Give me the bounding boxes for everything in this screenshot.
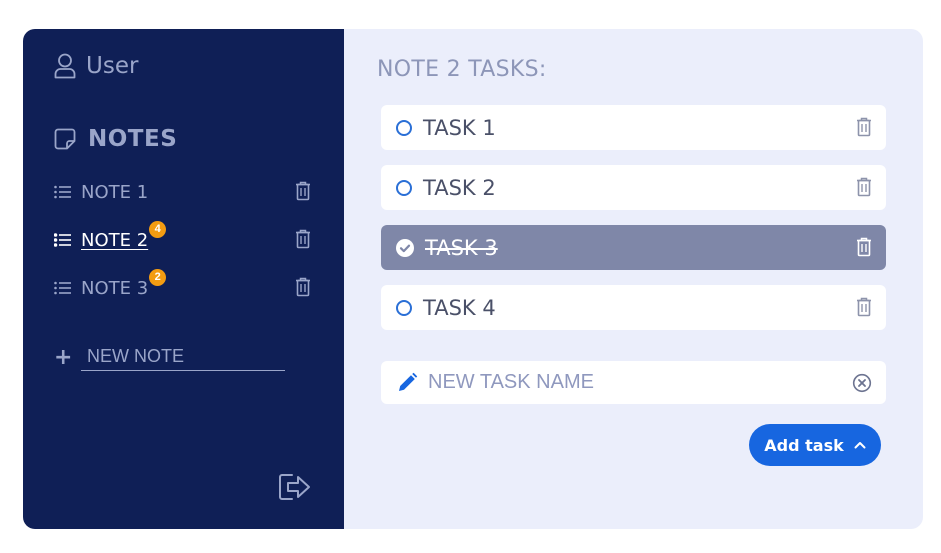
user-profile[interactable]: User	[54, 53, 138, 79]
page-title: NOTE 2 TASKS:	[377, 57, 547, 82]
add-task-label: Add task	[764, 435, 844, 455]
new-task-input[interactable]	[428, 371, 844, 394]
chevron-up-icon	[854, 442, 866, 449]
list-icon	[54, 281, 71, 295]
task-item-2[interactable]: TASK 2	[381, 165, 886, 210]
task-item-3[interactable]: TASK 3	[381, 225, 886, 270]
trash-icon[interactable]	[295, 229, 311, 249]
notes-header-label: NOTES	[88, 126, 178, 152]
trash-icon[interactable]	[295, 277, 311, 297]
note-label: NOTE 2 4	[81, 220, 167, 251]
trash-icon[interactable]	[295, 181, 311, 201]
logout-icon[interactable]	[278, 472, 312, 502]
note-label-text: NOTE 3	[81, 277, 149, 299]
task-count-badge: 4	[149, 220, 167, 238]
pencil-icon	[399, 372, 418, 391]
add-task-button[interactable]: Add task	[749, 424, 881, 466]
clear-icon[interactable]	[852, 373, 872, 393]
task-item-1[interactable]: TASK 1	[381, 105, 886, 150]
task-label: TASK 3	[425, 235, 498, 260]
new-task-field	[381, 361, 886, 404]
note-label-text: NOTE 2	[81, 229, 149, 251]
note-item-3[interactable]: NOTE 3 2	[54, 268, 314, 302]
notes-header: NOTES	[54, 126, 177, 152]
circle-icon[interactable]	[396, 119, 412, 136]
trash-icon[interactable]	[856, 237, 872, 257]
trash-icon[interactable]	[856, 177, 872, 197]
list-icon	[54, 233, 71, 247]
trash-icon[interactable]	[856, 297, 872, 317]
user-icon	[54, 53, 76, 79]
note-item-1[interactable]: NOTE 1	[54, 178, 314, 206]
sidebar: User NOTES NOTE 1 NOTE 2 4 NOTE 3 2 + NE…	[23, 29, 344, 529]
list-icon	[54, 185, 71, 199]
note-item-2[interactable]: NOTE 2 4	[54, 220, 314, 254]
main-panel: NOTE 2 TASKS: TASK 1 TASK 2 TASK 3 TASK …	[344, 29, 923, 529]
app-window: User NOTES NOTE 1 NOTE 2 4 NOTE 3 2 + NE…	[23, 29, 923, 529]
new-note-input[interactable]	[81, 344, 285, 371]
circle-icon[interactable]	[396, 299, 412, 316]
task-item-4[interactable]: TASK 4	[381, 285, 886, 330]
task-count-badge: 2	[149, 268, 167, 286]
trash-icon[interactable]	[856, 117, 872, 137]
task-label: TASK 1	[423, 115, 496, 140]
task-label: TASK 2	[423, 175, 496, 200]
new-note-row: +	[54, 344, 285, 371]
task-label: TASK 4	[423, 295, 496, 320]
note-label: NOTE 3 2	[81, 268, 167, 299]
plus-icon[interactable]: +	[54, 346, 72, 369]
check-circle-icon[interactable]	[396, 238, 414, 257]
note-label: NOTE 1	[81, 181, 149, 203]
circle-icon[interactable]	[396, 179, 412, 196]
note-icon	[54, 128, 76, 150]
user-label: User	[86, 53, 139, 79]
